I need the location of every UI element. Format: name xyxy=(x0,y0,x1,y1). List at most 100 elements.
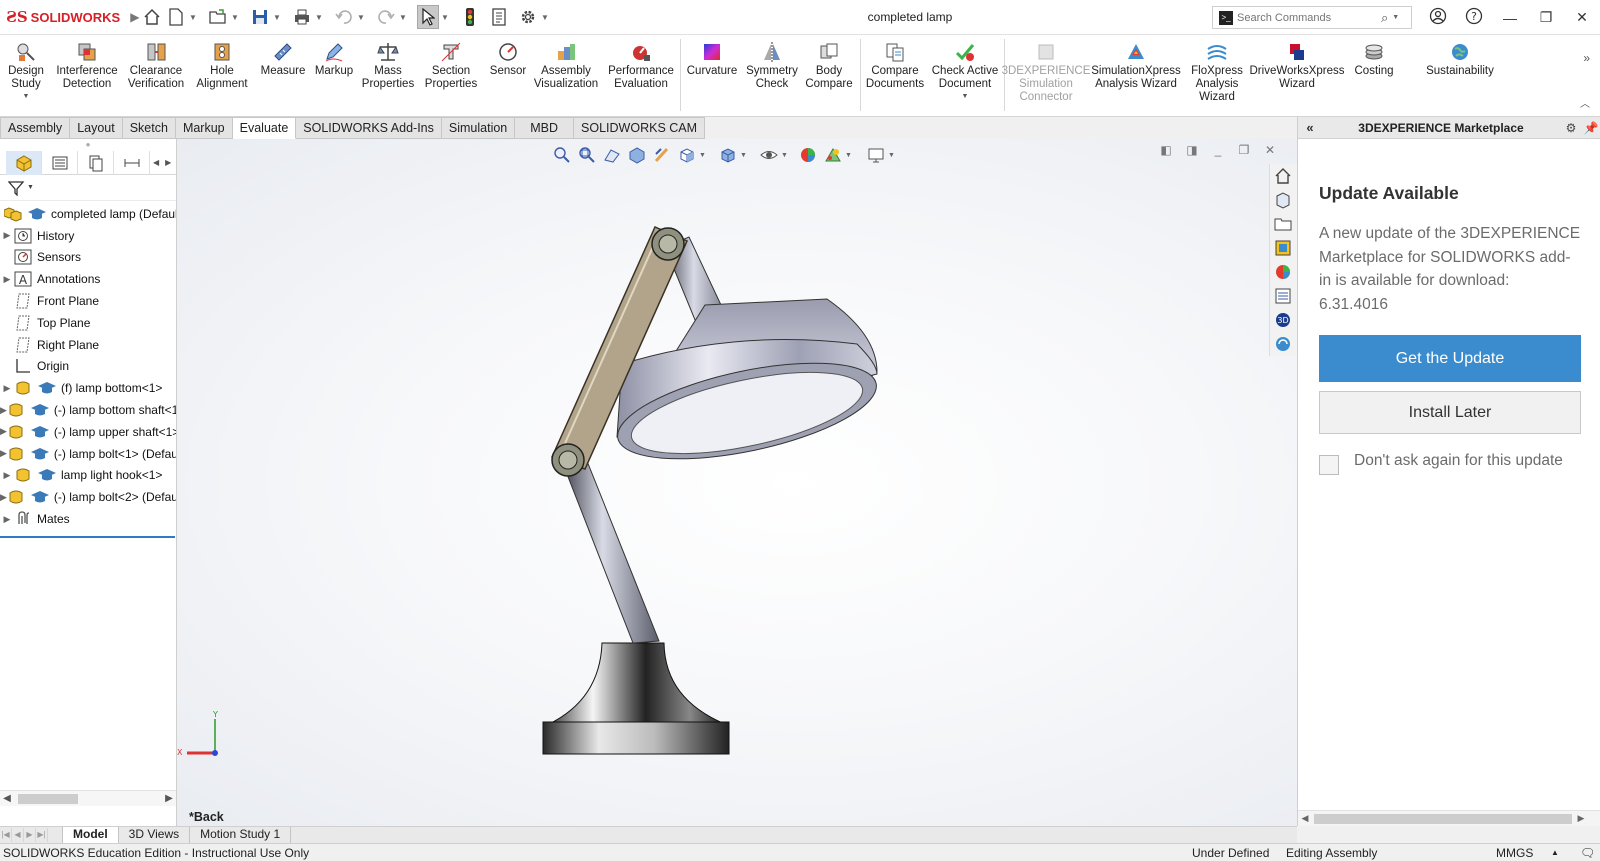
sensor-button[interactable]: Sensor xyxy=(486,37,530,115)
compare-documents-button[interactable]: Compare Documents xyxy=(864,37,926,115)
tree-item-origin[interactable]: Origin xyxy=(0,356,176,378)
pane-settings-gear-icon[interactable]: ⚙ xyxy=(1560,121,1582,135)
scroll-left-icon[interactable]: ◀ xyxy=(1298,813,1312,824)
scrollbar-thumb[interactable] xyxy=(1314,813,1572,824)
get-update-button[interactable]: Get the Update xyxy=(1319,335,1581,382)
save-icon[interactable] xyxy=(249,5,271,29)
collapse-pane-icon[interactable]: « xyxy=(1298,120,1322,135)
expand-arrow-icon[interactable]: ▶ xyxy=(0,426,7,437)
markup-button[interactable]: Markup xyxy=(312,37,356,115)
undo-dropdown-icon[interactable]: ▼ xyxy=(356,13,366,22)
restore-icon[interactable]: ❐ xyxy=(1528,9,1564,26)
expand-arrow-icon[interactable]: ▶ xyxy=(0,230,14,241)
appearances-scenes-icon[interactable] xyxy=(1270,260,1296,284)
tab-layout[interactable]: Layout xyxy=(70,117,123,139)
prev-tab-icon[interactable]: ◀ xyxy=(12,828,24,842)
search-commands-box[interactable]: >_ ⌕ ▼ xyxy=(1212,6,1412,29)
scrollbar-thumb[interactable] xyxy=(18,793,78,804)
quick-tips-icon[interactable]: 🗨 xyxy=(1580,846,1595,860)
tree-item-component[interactable]: ▶ (f) lamp bottom<1> xyxy=(0,377,176,399)
performance-evaluation-button[interactable]: Performance Evaluation xyxy=(606,37,676,115)
design-study-dropdown-icon[interactable]: ▼ xyxy=(23,93,30,100)
tree-item-component[interactable]: ▶ lamp light hook<1> xyxy=(0,465,176,487)
measure-button[interactable]: Measure xyxy=(258,37,308,115)
scroll-left-icon[interactable]: ◀ xyxy=(0,793,14,804)
tab-assembly[interactable]: Assembly xyxy=(0,117,71,139)
expand-arrow-icon[interactable]: ▶ xyxy=(0,492,7,503)
redo-icon[interactable] xyxy=(375,5,397,29)
dont-ask-again-checkbox[interactable] xyxy=(1319,455,1339,475)
tab-solidworks-cam[interactable]: SOLIDWORKS CAM xyxy=(574,117,706,139)
expand-arrow-icon[interactable]: ▶ xyxy=(0,514,14,525)
lamp-3d-model[interactable] xyxy=(177,139,1297,826)
interference-detection-button[interactable]: Interference Detection xyxy=(54,37,120,115)
design-study-button[interactable]: Design Study ▼ xyxy=(4,37,48,115)
file-explorer-icon[interactable] xyxy=(1270,212,1296,236)
tree-item-front-plane[interactable]: Front Plane xyxy=(0,290,176,312)
tab-scroll-right-icon[interactable]: ▶ xyxy=(162,158,174,167)
open-folder-icon[interactable] xyxy=(207,5,229,29)
assembly-visualization-button[interactable]: Assembly Visualization xyxy=(532,37,600,115)
section-properties-button[interactable]: Section Properties xyxy=(420,37,482,115)
sustainability-button[interactable]: Sustainability xyxy=(1416,37,1504,115)
print-icon[interactable] xyxy=(291,5,313,29)
first-tab-icon[interactable]: |◀ xyxy=(0,828,12,842)
tab-solidworks-addins[interactable]: SOLIDWORKS Add-Ins xyxy=(296,117,442,139)
tab-model[interactable]: Model xyxy=(62,827,118,843)
featuremanager-tab-icon[interactable] xyxy=(6,150,42,175)
unit-system-dropdown-icon[interactable]: ▲ xyxy=(1551,848,1559,857)
home-icon[interactable] xyxy=(141,5,163,29)
tree-item-component[interactable]: ▶ (-) lamp bottom shaft<1> xyxy=(0,399,176,421)
tree-item-root-assembly[interactable]: completed lamp (Default<Display State-1>… xyxy=(0,203,176,225)
hole-alignment-button[interactable]: Hole Alignment xyxy=(194,37,250,115)
curvature-button[interactable]: Curvature xyxy=(684,37,740,115)
save-dropdown-icon[interactable]: ▼ xyxy=(272,13,282,22)
tab-mbd[interactable]: MBD xyxy=(515,117,575,139)
unit-system-selector[interactable]: MMGS xyxy=(1496,846,1533,860)
expand-arrow-icon[interactable]: ▶ xyxy=(0,383,14,394)
symmetry-check-button[interactable]: Symmetry Check xyxy=(744,37,800,115)
dimxpert-tab-icon[interactable] xyxy=(114,150,150,175)
print-dropdown-icon[interactable]: ▼ xyxy=(314,13,324,22)
last-tab-icon[interactable]: ▶| xyxy=(36,828,48,842)
tree-item-history[interactable]: ▶ History xyxy=(0,225,176,247)
solidworks-resources-home-icon[interactable] xyxy=(1270,164,1296,188)
tab-simulation[interactable]: Simulation xyxy=(441,117,516,139)
tree-item-annotations[interactable]: ▶ A Annotations xyxy=(0,268,176,290)
ribbon-collapse-icon[interactable]: ︿ xyxy=(1580,95,1590,110)
mass-properties-button[interactable]: Mass Properties xyxy=(360,37,416,115)
expand-arrow-icon[interactable]: ▶ xyxy=(0,274,14,285)
propertymanager-tab-icon[interactable] xyxy=(42,150,78,175)
expand-arrow-icon[interactable]: ▶ xyxy=(0,470,14,481)
search-icon[interactable]: ⌕ xyxy=(1381,10,1388,26)
solidworks-logo[interactable]: ƧS SOLIDWORKS ▶ xyxy=(0,0,140,35)
custom-properties-icon[interactable] xyxy=(1270,284,1296,308)
tab-markup[interactable]: Markup xyxy=(175,117,233,139)
tab-motion-study[interactable]: Motion Study 1 xyxy=(189,827,292,843)
view-palette-icon[interactable] xyxy=(1270,236,1296,260)
new-document-icon[interactable] xyxy=(165,5,187,29)
scroll-right-icon[interactable]: ▶ xyxy=(162,793,176,804)
tab-evaluate[interactable]: Evaluate xyxy=(232,117,297,139)
tree-item-right-plane[interactable]: Right Plane xyxy=(0,334,176,356)
tree-item-top-plane[interactable]: Top Plane xyxy=(0,312,176,334)
pin-icon[interactable]: 📌 xyxy=(1582,121,1600,135)
help-icon[interactable]: ? xyxy=(1456,7,1492,28)
filter-dropdown-icon[interactable]: ▼ xyxy=(27,184,34,191)
minimize-icon[interactable]: — xyxy=(1492,10,1528,26)
tree-filter[interactable]: ▼ xyxy=(0,175,176,201)
costing-button[interactable]: Costing xyxy=(1348,37,1400,115)
install-later-button[interactable]: Install Later xyxy=(1319,391,1581,434)
tab-scroll-left-icon[interactable]: ◀ xyxy=(150,158,162,167)
tree-item-sensors[interactable]: Sensors xyxy=(0,247,176,269)
tree-horizontal-scrollbar[interactable]: ◀ ▶ xyxy=(0,790,176,806)
design-library-icon[interactable] xyxy=(1270,188,1296,212)
clearance-verification-button[interactable]: Clearance Verification xyxy=(124,37,188,115)
expand-arrow-icon[interactable]: ▶ xyxy=(0,448,7,459)
select-cursor-icon[interactable] xyxy=(417,5,439,29)
tree-item-component[interactable]: ▶ (-) lamp bolt<1> (Default) xyxy=(0,443,176,465)
close-icon[interactable]: ✕ xyxy=(1564,9,1600,26)
scroll-right-icon[interactable]: ▶ xyxy=(1574,813,1588,824)
check-active-dropdown-icon[interactable]: ▼ xyxy=(962,93,969,100)
open-dropdown-icon[interactable]: ▼ xyxy=(230,13,240,22)
